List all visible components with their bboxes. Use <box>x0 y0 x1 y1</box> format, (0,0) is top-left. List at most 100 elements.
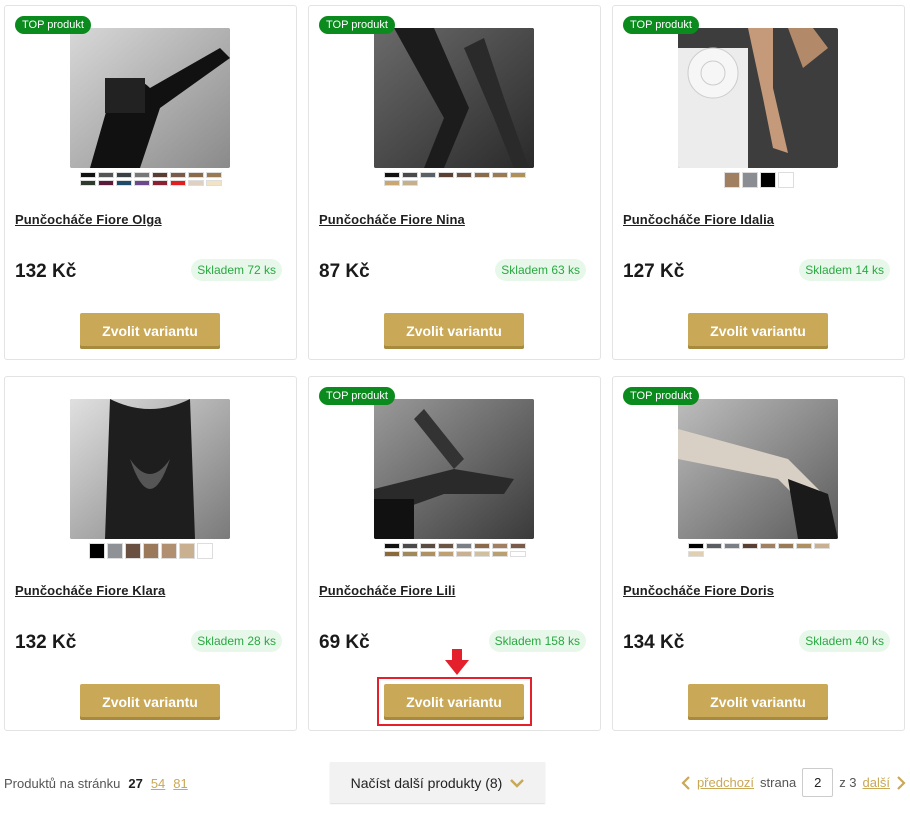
color-swatch[interactable] <box>741 543 758 549</box>
product-card: TOP produkt Punčocháče Fiore Nina 87 Kč Sk… <box>308 5 601 360</box>
color-swatch[interactable] <box>473 543 490 549</box>
color-swatch[interactable] <box>455 543 472 549</box>
color-swatch[interactable] <box>777 543 794 549</box>
next-page-link[interactable]: další <box>863 775 890 790</box>
stock-badge: Skladem 72 ks <box>191 259 282 281</box>
listing-footer: Produktů na stránku 27 54 81 Načíst dalš… <box>0 762 910 804</box>
color-swatch[interactable] <box>169 172 186 178</box>
chevron-left-icon[interactable] <box>681 775 691 790</box>
color-swatch[interactable] <box>151 180 168 186</box>
color-swatch[interactable] <box>160 543 177 559</box>
color-swatch[interactable] <box>88 543 105 559</box>
chevron-right-icon[interactable] <box>896 775 906 790</box>
color-swatch[interactable] <box>777 172 794 188</box>
product-image[interactable] <box>374 399 534 539</box>
color-swatch[interactable] <box>115 180 132 186</box>
color-swatch[interactable] <box>383 551 400 557</box>
color-swatch[interactable] <box>205 180 222 186</box>
color-swatch[interactable] <box>437 172 454 178</box>
per-page-option-81[interactable]: 81 <box>173 776 187 791</box>
product-price: 69 Kč <box>319 632 370 653</box>
color-swatch[interactable] <box>509 551 526 557</box>
load-more-button[interactable]: Načíst další produkty (8) <box>330 762 545 803</box>
product-title-link[interactable]: Punčocháče Fiore Lili <box>319 583 455 598</box>
color-swatch[interactable] <box>115 172 132 178</box>
color-swatch[interactable] <box>687 551 704 557</box>
per-page-label: Produktů na stránku <box>4 776 121 791</box>
product-card: Punčocháče Fiore Klara 132 Kč Skladem 28 k… <box>4 376 297 731</box>
color-swatch[interactable] <box>97 180 114 186</box>
color-swatch[interactable] <box>383 180 400 186</box>
color-swatch[interactable] <box>473 172 490 178</box>
color-swatch[interactable] <box>124 543 141 559</box>
product-price: 132 Kč <box>15 261 77 282</box>
choose-variant-button[interactable]: Zvolit variantu <box>384 684 524 720</box>
per-page-option-54[interactable]: 54 <box>151 776 165 791</box>
color-swatch[interactable] <box>723 543 740 549</box>
color-swatch[interactable] <box>705 543 722 549</box>
color-swatch[interactable] <box>419 551 436 557</box>
color-swatch[interactable] <box>419 172 436 178</box>
color-swatch[interactable] <box>491 551 508 557</box>
product-image[interactable] <box>374 28 534 168</box>
color-swatch[interactable] <box>437 543 454 549</box>
color-swatch[interactable] <box>205 172 222 178</box>
color-swatch[interactable] <box>133 180 150 186</box>
color-swatch[interactable] <box>401 172 418 178</box>
color-swatch[interactable] <box>419 543 436 549</box>
color-swatch[interactable] <box>142 543 159 559</box>
product-card: TOP produkt Punčocháče Fiore Idalia 127 K… <box>612 5 905 360</box>
color-swatches <box>383 543 526 557</box>
prev-page-link[interactable]: předchozí <box>697 775 754 790</box>
page-number-input[interactable] <box>802 768 834 797</box>
choose-variant-button[interactable]: Zvolit variantu <box>80 684 220 720</box>
color-swatch[interactable] <box>178 543 195 559</box>
stock-badge: Skladem 63 ks <box>495 259 586 281</box>
color-swatch[interactable] <box>106 543 123 559</box>
color-swatches <box>79 172 222 186</box>
color-swatch[interactable] <box>491 172 508 178</box>
color-swatch[interactable] <box>79 172 96 178</box>
choose-variant-button[interactable]: Zvolit variantu <box>688 313 828 349</box>
color-swatch[interactable] <box>133 172 150 178</box>
color-swatch[interactable] <box>455 172 472 178</box>
product-title-link[interactable]: Punčocháče Fiore Idalia <box>623 212 774 227</box>
color-swatch[interactable] <box>437 551 454 557</box>
color-swatch[interactable] <box>79 180 96 186</box>
product-image[interactable] <box>678 399 838 539</box>
product-image[interactable] <box>70 28 230 168</box>
product-title-link[interactable]: Punčocháče Fiore Doris <box>623 583 774 598</box>
color-swatch[interactable] <box>473 551 490 557</box>
color-swatch[interactable] <box>383 543 400 549</box>
color-swatch[interactable] <box>383 172 400 178</box>
choose-variant-button[interactable]: Zvolit variantu <box>688 684 828 720</box>
choose-variant-button[interactable]: Zvolit variantu <box>384 313 524 349</box>
color-swatch[interactable] <box>795 543 812 549</box>
color-swatch[interactable] <box>759 172 776 188</box>
color-swatch[interactable] <box>187 180 204 186</box>
product-title-link[interactable]: Punčocháče Fiore Klara <box>15 583 165 598</box>
color-swatch[interactable] <box>509 172 526 178</box>
color-swatch[interactable] <box>97 172 114 178</box>
color-swatch[interactable] <box>687 543 704 549</box>
product-image[interactable] <box>70 399 230 539</box>
color-swatch[interactable] <box>151 172 168 178</box>
color-swatch[interactable] <box>491 543 508 549</box>
product-title-link[interactable]: Punčocháče Fiore Nina <box>319 212 465 227</box>
product-image[interactable] <box>678 28 838 168</box>
color-swatch[interactable] <box>196 543 213 559</box>
color-swatch[interactable] <box>813 543 830 549</box>
load-more-label: Načíst další produkty (8) <box>350 774 503 791</box>
choose-variant-button[interactable]: Zvolit variantu <box>80 313 220 349</box>
color-swatch[interactable] <box>723 172 740 188</box>
color-swatch[interactable] <box>509 543 526 549</box>
color-swatch[interactable] <box>401 551 418 557</box>
color-swatch[interactable] <box>759 543 776 549</box>
color-swatch[interactable] <box>169 180 186 186</box>
color-swatch[interactable] <box>401 543 418 549</box>
color-swatch[interactable] <box>455 551 472 557</box>
color-swatch[interactable] <box>401 180 418 186</box>
product-title-link[interactable]: Punčocháče Fiore Olga <box>15 212 162 227</box>
color-swatch[interactable] <box>741 172 758 188</box>
color-swatch[interactable] <box>187 172 204 178</box>
